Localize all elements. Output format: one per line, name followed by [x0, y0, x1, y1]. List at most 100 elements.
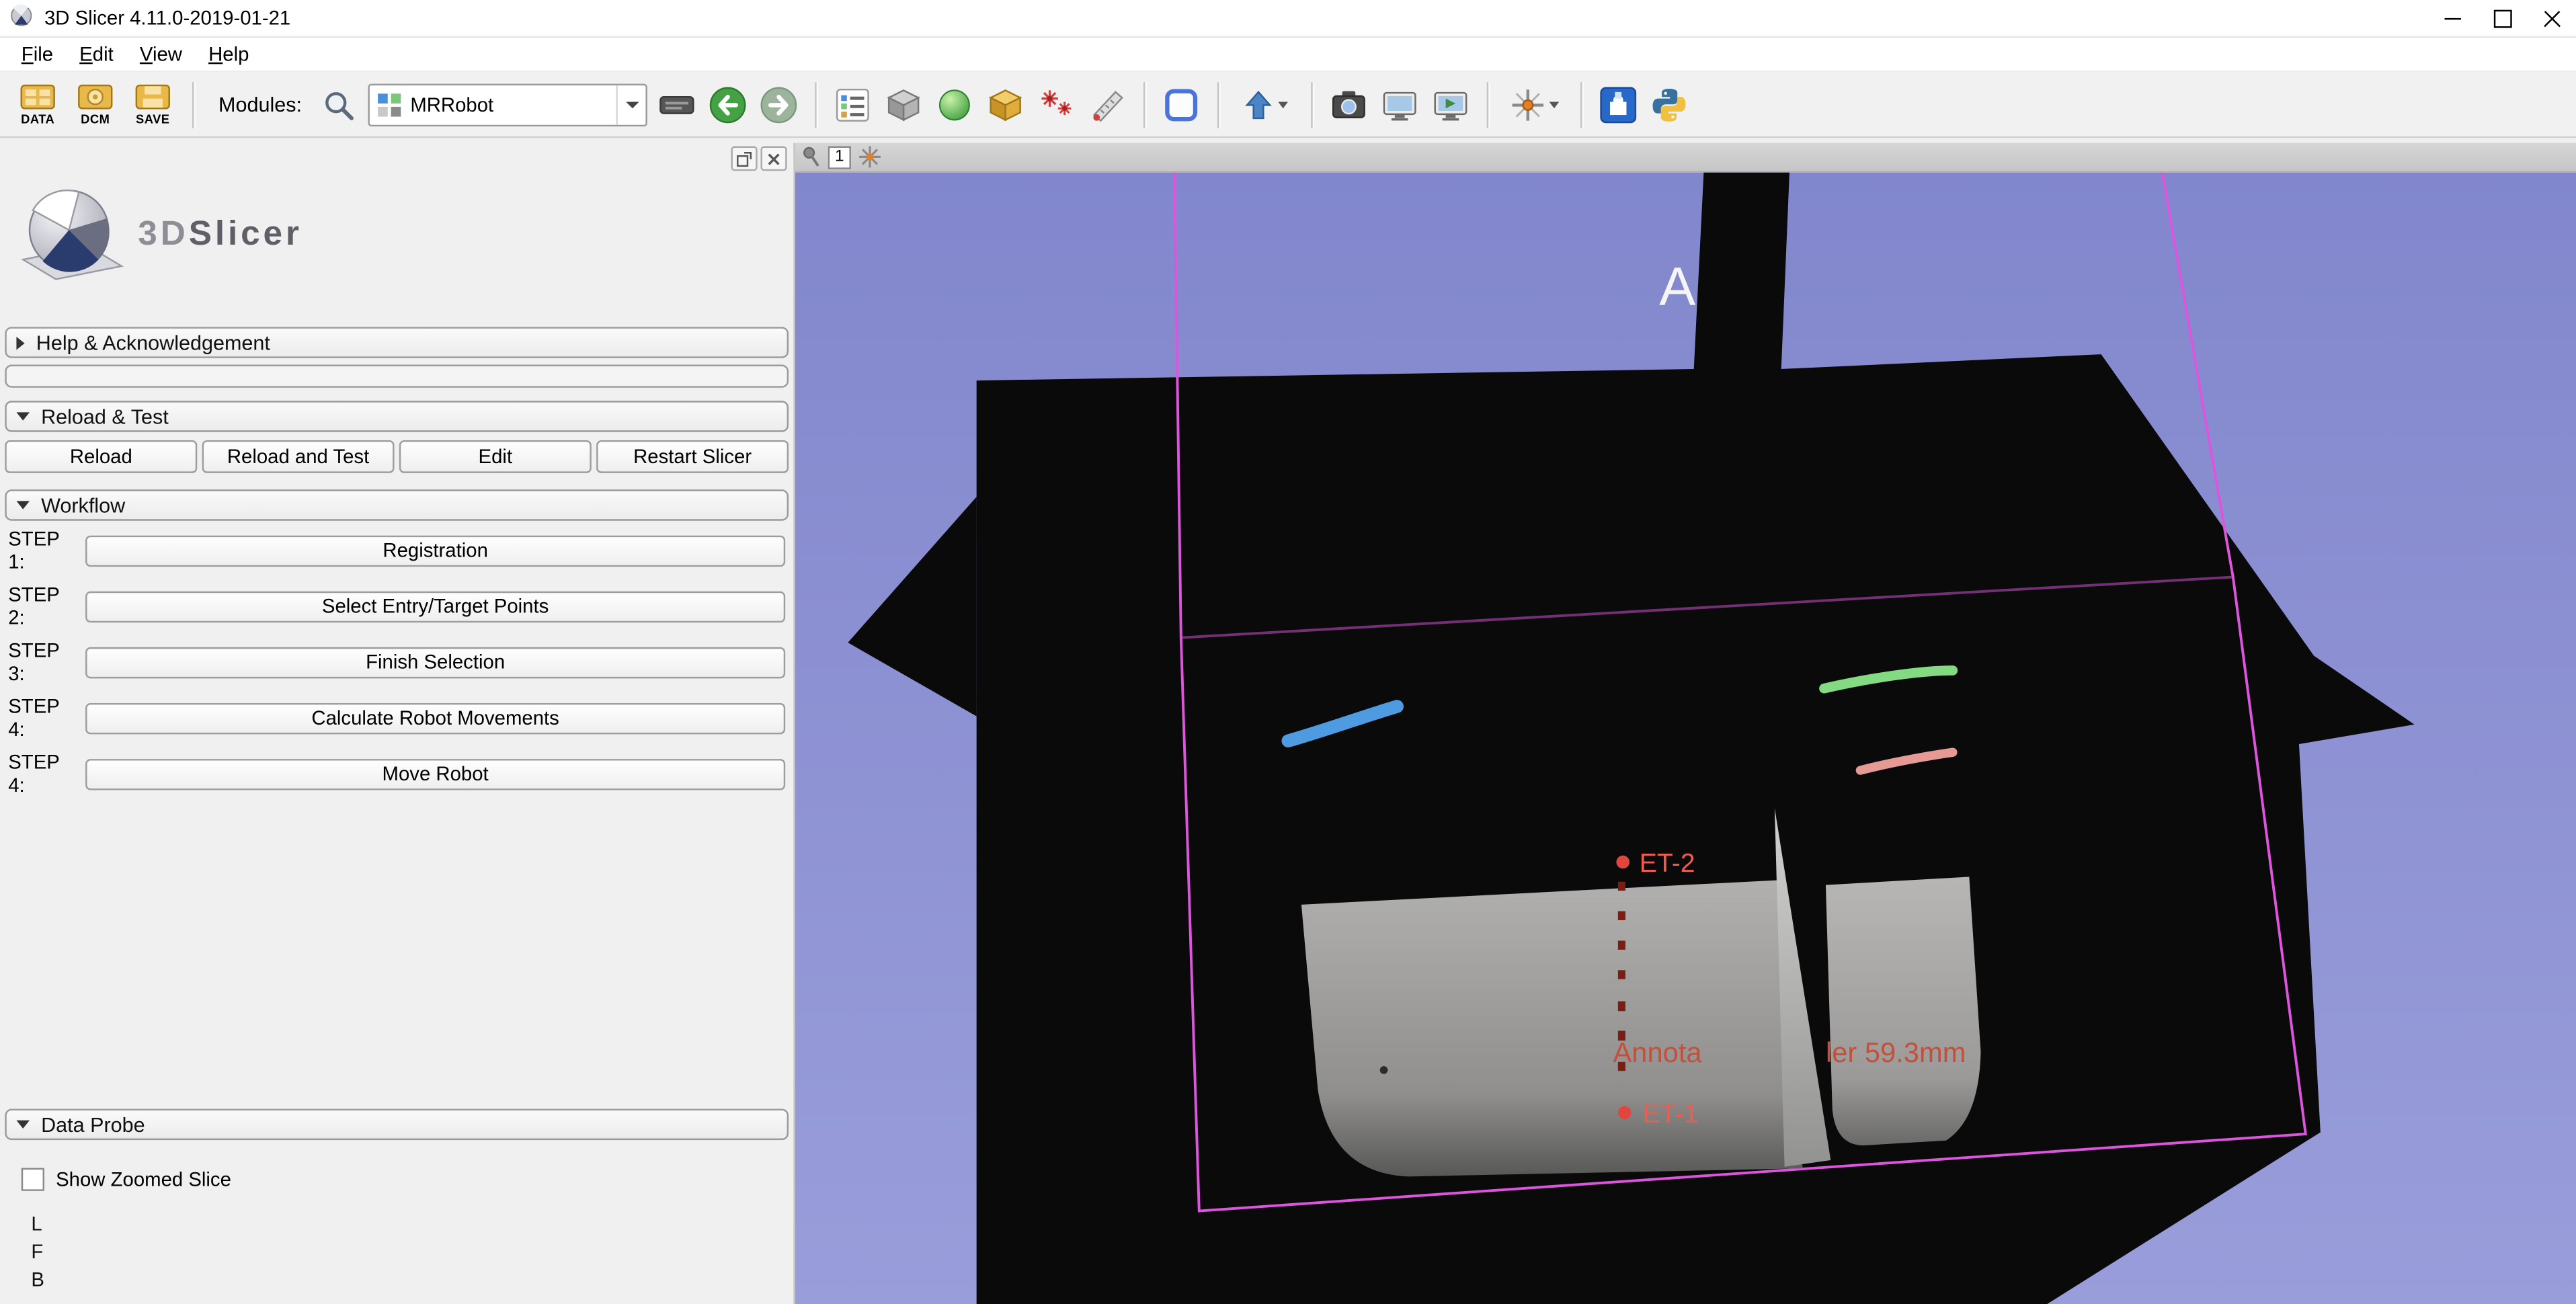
close-icon: [2542, 9, 2561, 27]
chevron-down-icon: [1549, 101, 1559, 108]
module-history-button[interactable]: [655, 80, 698, 129]
module-icon: [376, 91, 402, 118]
edit-button[interactable]: Edit: [399, 440, 592, 473]
workflow-step-3: STEP 3: Finish Selection: [8, 639, 785, 685]
screenshot-button[interactable]: [1327, 80, 1370, 129]
puzzle-icon: [1598, 85, 1638, 124]
probe-axis-labels: L F B: [31, 1211, 793, 1295]
load-data-button[interactable]: DATA: [13, 77, 63, 132]
capture-mode-button[interactable]: [1234, 80, 1296, 129]
markups-module-button[interactable]: [1035, 80, 1078, 129]
close-panel-button[interactable]: [761, 147, 787, 171]
section-title: Data Probe: [41, 1113, 145, 1136]
threeD-view: 1: [795, 143, 2576, 1304]
section-data-probe[interactable]: Data Probe: [5, 1109, 789, 1140]
load-dicom-button[interactable]: DCM: [71, 77, 120, 132]
gray-cube-icon: [885, 86, 922, 122]
module-back-button[interactable]: [706, 80, 749, 129]
select-entry-target-button[interactable]: Select Entry/Target Points: [85, 591, 785, 622]
undock-panel-button[interactable]: [731, 147, 758, 171]
crosshair-button[interactable]: [1503, 80, 1566, 129]
module-selector[interactable]: MRRobot: [368, 83, 647, 126]
section-help-acknowledgement[interactable]: Help & Acknowledgement: [5, 327, 789, 358]
menu-file[interactable]: File: [10, 40, 65, 69]
ruler-icon: [1089, 86, 1125, 122]
module-forward-button[interactable]: [757, 80, 800, 129]
section-title: Help & Acknowledgement: [36, 331, 270, 354]
workflow-step-4: STEP 4: Calculate Robot Movements: [8, 695, 785, 741]
workflow-step-1: STEP 1: Registration: [8, 527, 785, 573]
subject-hierarchy-button[interactable]: [831, 80, 874, 129]
collapsed-triangle-icon: [16, 336, 24, 350]
show-zoomed-slice-label: Show Zoomed Slice: [56, 1168, 231, 1191]
section-workflow[interactable]: Workflow: [5, 489, 789, 520]
window-title: 3D Slicer 4.11.0-2019-01-21: [44, 7, 290, 30]
save-button[interactable]: SAVE: [128, 77, 177, 132]
layout-icon: [1163, 86, 1199, 122]
toolbar-separator: [192, 81, 194, 127]
scene-view-restore-button[interactable]: [1429, 80, 1472, 129]
save-icon: [134, 83, 171, 109]
module-selector-dropdown[interactable]: [616, 85, 639, 124]
fiducial-et1-point[interactable]: [1618, 1106, 1632, 1119]
toolbar-separator: [1486, 81, 1488, 127]
ruler-label-right: ler 59.3mm: [1826, 1036, 1966, 1068]
reload-and-test-button[interactable]: Reload and Test: [202, 440, 395, 473]
hierarchy-icon: [834, 86, 871, 122]
phantom-block-left: [1301, 880, 1803, 1176]
help-content-frame: [5, 365, 789, 388]
finish-selection-button[interactable]: Finish Selection: [85, 647, 785, 678]
selected-module-label: MRRobot: [410, 93, 607, 116]
fiducial-et2-point[interactable]: [1616, 856, 1629, 868]
step-label: STEP 4:: [8, 751, 77, 797]
toolbar-separator: [1217, 81, 1218, 127]
menu-edit[interactable]: Edit: [68, 40, 125, 69]
volume-rendering-button[interactable]: [983, 80, 1027, 129]
toolbar-separator: [1311, 81, 1312, 127]
probe-axis-f: F: [31, 1239, 793, 1267]
minimize-icon: [2445, 17, 2461, 19]
step-label: STEP 4:: [8, 695, 77, 741]
main-area: 3DSlicer Help & Acknowledgement Reload &…: [0, 138, 2576, 1304]
registration-button[interactable]: Registration: [85, 534, 785, 565]
python-console-button[interactable]: [1648, 80, 1691, 129]
extensions-manager-button[interactable]: [1597, 80, 1640, 129]
pin-icon[interactable]: [802, 147, 821, 168]
close-button[interactable]: [2527, 0, 2576, 36]
orientation-marker-a: A: [1659, 257, 1695, 317]
section-title: Workflow: [41, 493, 125, 516]
search-icon: [321, 88, 354, 121]
panel-spacer: [0, 800, 793, 1108]
scene-view-capture-button[interactable]: [1378, 80, 1421, 129]
restart-slicer-button[interactable]: Restart Slicer: [596, 440, 789, 473]
move-robot-button[interactable]: Move Robot: [85, 758, 785, 789]
calculate-robot-movements-button[interactable]: Calculate Robot Movements: [85, 702, 785, 733]
axes-icon[interactable]: [858, 145, 883, 169]
maximize-button[interactable]: [2477, 0, 2526, 36]
probe-axis-l: L: [31, 1211, 793, 1239]
red-burst-icon: [1038, 86, 1074, 122]
menu-view[interactable]: View: [128, 40, 194, 69]
title-bar: 3D Slicer 4.11.0-2019-01-21: [0, 0, 2576, 38]
view-number-badge: 1: [828, 145, 851, 168]
close-icon: [766, 151, 782, 167]
section-reload-test[interactable]: Reload & Test: [5, 401, 789, 432]
monitor-icon: [1381, 86, 1418, 122]
threeD-scene[interactable]: ET-2 ET-1 Annota ler 59.3mm A: [795, 173, 2576, 1304]
layout-button[interactable]: [1160, 80, 1203, 129]
menu-help[interactable]: Help: [197, 40, 261, 69]
annotations-module-button[interactable]: [1086, 80, 1129, 129]
app-icon: [10, 3, 35, 33]
reload-button[interactable]: Reload: [5, 440, 197, 473]
models-module-button[interactable]: [932, 80, 975, 129]
monitor-arrow-icon: [1432, 86, 1468, 122]
camera-icon: [1330, 86, 1367, 122]
view-controller-bar: 1: [795, 143, 2576, 173]
volumes-module-button[interactable]: [882, 80, 925, 129]
arrow-left-icon: [708, 85, 748, 124]
show-zoomed-slice-checkbox[interactable]: [22, 1168, 44, 1191]
module-search-button[interactable]: [317, 80, 360, 129]
ruler-label-left: Annota: [1613, 1036, 1703, 1068]
up-arrow-icon: [1242, 88, 1275, 121]
minimize-button[interactable]: [2428, 0, 2477, 36]
